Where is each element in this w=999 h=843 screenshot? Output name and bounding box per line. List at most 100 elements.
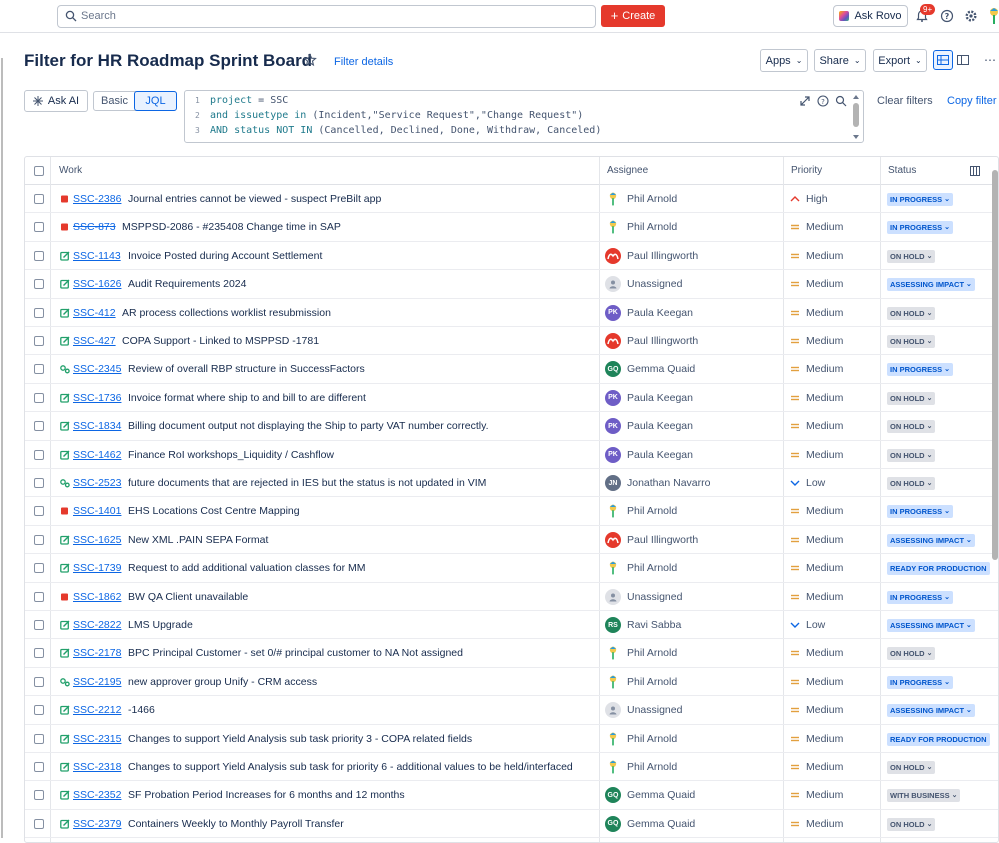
status-badge[interactable]: READY FOR PRODUCTION (887, 562, 990, 576)
table-row[interactable]: SSC-1626 Audit Requirements 2024 Unassigne… (25, 270, 998, 299)
issue-key-link[interactable]: SSC-1739 (73, 562, 121, 574)
status-badge[interactable]: READY FOR PRODUCTION (887, 732, 990, 746)
left-sidebar-edge[interactable] (0, 40, 5, 843)
priority-label[interactable]: Medium (806, 505, 843, 517)
row-checkbox[interactable] (34, 620, 44, 630)
issue-summary[interactable]: Containers Weekly to Monthly Payroll Tra… (128, 818, 344, 830)
row-checkbox[interactable] (34, 648, 44, 659)
table-row[interactable]: SSC-2318 Changes to support Yield Analysi… (25, 753, 998, 782)
assignee-name[interactable]: Unassigned (627, 591, 682, 603)
assignee-name[interactable]: Paula Keegan (627, 420, 693, 432)
priority-label[interactable]: Medium (806, 647, 843, 659)
issue-summary[interactable]: Review of overall RBP structure in Succe… (128, 363, 365, 375)
priority-label[interactable]: High (806, 193, 828, 205)
table-row[interactable]: SSC-873 MSPPSD-2086 - #235408 Change time… (25, 213, 998, 242)
table-row[interactable]: SSC-1739 Request to add additional valuat… (25, 554, 998, 583)
priority-label[interactable]: Medium (806, 392, 843, 404)
assignee-name[interactable]: Phil Arnold (627, 647, 677, 659)
issue-summary[interactable]: Finance RoI workshops_Liquidity / Cashfl… (128, 449, 334, 461)
table-row[interactable]: SSC-1143 Invoice Posted during Account Se… (25, 242, 998, 271)
table-row[interactable]: SSC-2352 SF Probation Period Increases fo… (25, 781, 998, 810)
issue-key-link[interactable]: SSC-2318 (73, 761, 121, 773)
row-checkbox[interactable] (34, 790, 44, 801)
priority-label[interactable]: Medium (806, 704, 843, 716)
issue-key-link[interactable]: SSC-1862 (73, 591, 121, 603)
issue-summary[interactable]: Audit Requirements 2024 (128, 278, 247, 290)
user-avatar[interactable] (987, 6, 999, 26)
issue-key-link[interactable]: SSC-2178 (73, 647, 121, 659)
priority-label[interactable]: Medium (806, 420, 843, 432)
ask-rovo-button[interactable]: Ask Rovo (833, 5, 908, 27)
table-row[interactable]: SSC-2379 Containers Weekly to Monthly Pay… (25, 810, 998, 839)
status-badge[interactable]: IN PROGRESS ⌄ (887, 590, 953, 604)
jql-mode-button[interactable]: JQL (134, 91, 177, 111)
list-view-button[interactable] (933, 50, 953, 70)
issue-key-link[interactable]: SSC-1462 (73, 449, 121, 461)
priority-label[interactable]: Medium (806, 363, 843, 375)
issue-summary[interactable]: BPC Principal Customer - set 0/# princip… (128, 647, 463, 659)
assignee-name[interactable]: Paula Keegan (627, 392, 693, 404)
assignee-name[interactable]: Gemma Quaid (627, 363, 695, 375)
status-badge[interactable]: IN PROGRESS ⌄ (887, 193, 953, 206)
table-row[interactable]: SSC-1625 New XML .PAIN SEPA Format Paul Il… (25, 526, 998, 555)
apps-button[interactable]: Apps ⌄ (760, 49, 808, 72)
row-checkbox[interactable] (34, 733, 44, 744)
issue-summary[interactable]: SF Probation Period Increases for 6 mont… (128, 789, 405, 801)
issue-key-link[interactable]: SSC-1625 (73, 534, 121, 546)
issue-summary[interactable]: AR process collections worklist resubmis… (122, 307, 331, 319)
help-icon[interactable]: ? (940, 9, 954, 23)
issue-summary[interactable]: LMS Upgrade (128, 619, 193, 631)
issue-key-link[interactable]: SSC-1143 (73, 250, 121, 262)
status-badge[interactable]: IN PROGRESS ⌄ (887, 363, 953, 377)
priority-label[interactable]: Medium (806, 250, 843, 262)
assignee-name[interactable]: Ravi Sabba (627, 619, 681, 631)
assignee-name[interactable]: Phil Arnold (627, 505, 677, 517)
issue-summary[interactable]: COPA Support - Linked to MSPPSD -1781 (122, 335, 319, 347)
status-badge[interactable]: IN PROGRESS ⌄ (887, 221, 953, 235)
row-checkbox[interactable] (34, 279, 44, 290)
status-badge[interactable]: ASSESSING IMPACT ⌄ (887, 278, 975, 292)
table-row[interactable]: SSC-2195 new approver group Unify - CRM a… (25, 668, 998, 697)
row-checkbox[interactable] (34, 676, 44, 687)
status-badge[interactable]: ON HOLD ⌄ (887, 335, 936, 348)
table-scrollbar[interactable] (991, 170, 999, 560)
status-badge[interactable]: ASSESSING IMPACT ⌄ (887, 533, 975, 547)
column-header-assignee[interactable]: Assignee (599, 157, 648, 185)
column-header-work[interactable]: Work (51, 157, 82, 185)
issue-key-link[interactable]: SSC-1626 (73, 278, 121, 290)
assignee-name[interactable]: Paul Illingworth (627, 534, 698, 546)
issue-key-link[interactable]: SSC-427 (73, 335, 116, 347)
assignee-name[interactable]: Unassigned (627, 704, 682, 716)
row-checkbox[interactable] (34, 705, 44, 716)
status-badge[interactable]: ON HOLD ⌄ (887, 817, 936, 831)
status-badge[interactable]: ASSESSING IMPACT ⌄ (887, 704, 975, 718)
row-checkbox[interactable] (34, 250, 44, 261)
row-checkbox[interactable] (34, 478, 44, 488)
issue-key-link[interactable]: SSC-2523 (73, 477, 121, 489)
issue-summary[interactable]: Invoice Posted during Account Settlement (128, 250, 322, 262)
assignee-name[interactable]: Unassigned (627, 278, 682, 290)
issue-summary[interactable]: New XML .PAIN SEPA Format (128, 534, 268, 546)
ask-ai-button[interactable]: Ask AI (24, 90, 88, 112)
share-button[interactable]: Share ⌄ (814, 49, 866, 72)
issue-summary[interactable]: EHS Locations Cost Centre Mapping (128, 505, 300, 517)
status-badge[interactable]: IN PROGRESS ⌄ (887, 675, 953, 689)
status-badge[interactable]: ON HOLD ⌄ (887, 391, 936, 405)
issue-key-link[interactable]: SSC-412 (73, 307, 116, 319)
assignee-name[interactable]: Phil Arnold (627, 733, 677, 745)
row-checkbox[interactable] (34, 194, 44, 204)
row-checkbox[interactable] (34, 421, 44, 432)
row-checkbox[interactable] (34, 534, 44, 545)
columns-icon[interactable] (970, 166, 980, 176)
table-row[interactable]: SSC-1736 Invoice format where ship to and… (25, 384, 998, 413)
priority-label[interactable]: Medium (806, 307, 843, 319)
status-badge[interactable]: ON HOLD ⌄ (887, 306, 936, 320)
priority-label[interactable]: Medium (806, 591, 843, 603)
issue-summary[interactable]: Changes to support Yield Analysis sub ta… (128, 733, 472, 745)
table-row[interactable]: SSC-2345 Review of overall RBP structure … (25, 355, 998, 384)
assignee-name[interactable]: Paul Illingworth (627, 250, 698, 262)
status-badge[interactable]: ON HOLD ⌄ (887, 477, 936, 490)
issue-summary[interactable]: BW QA Client unavailable (128, 591, 248, 603)
status-badge[interactable]: ON HOLD ⌄ (887, 448, 936, 462)
issue-key-link[interactable]: SSC-2345 (73, 363, 121, 375)
